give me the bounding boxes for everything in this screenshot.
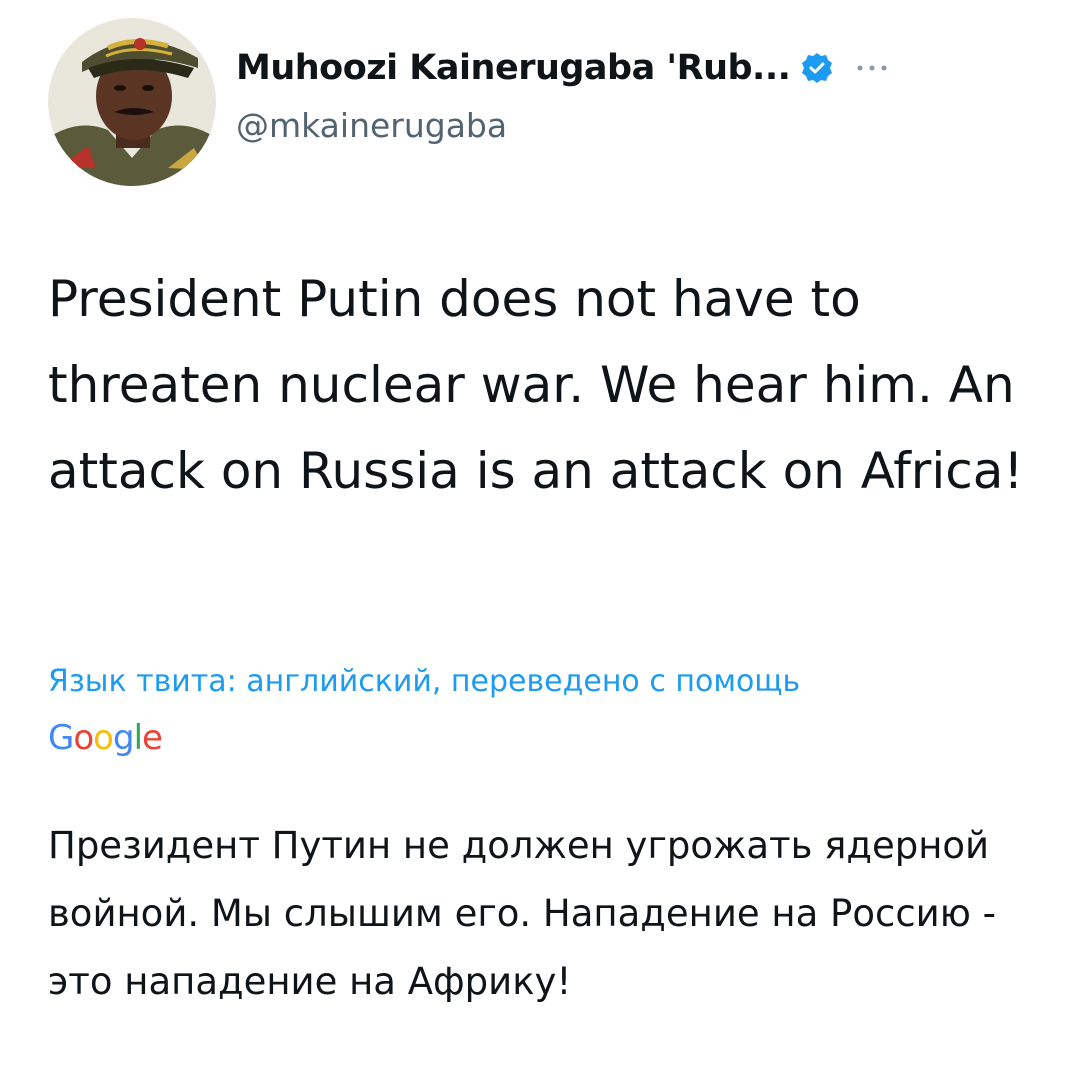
- tweet-card: Muhoozi Kainerugaba 'Rub... @mkainerugab…: [0, 0, 1080, 1071]
- translation-notice-link[interactable]: Язык твита: английский, переведено с пом…: [48, 664, 1048, 699]
- google-letter: g: [112, 718, 135, 758]
- google-logo-icon[interactable]: Google: [48, 718, 163, 758]
- google-letter: o: [73, 718, 94, 758]
- google-letter: l: [133, 718, 144, 758]
- author-display-name[interactable]: Muhoozi Kainerugaba 'Rub...: [236, 48, 791, 88]
- translated-tweet-text: Президент Путин не должен угрожать ядерн…: [48, 824, 996, 1003]
- avatar-photo-icon: [48, 18, 216, 186]
- google-letter: o: [93, 718, 114, 758]
- avatar[interactable]: [48, 18, 216, 186]
- more-horizontal-icon[interactable]: [854, 58, 890, 78]
- google-letter: G: [48, 718, 74, 758]
- google-letter: e: [142, 718, 163, 758]
- tweet-body-text: President Putin does not have to threate…: [48, 270, 1024, 500]
- author-handle[interactable]: @mkainerugaba: [236, 106, 507, 145]
- author-name-row: Muhoozi Kainerugaba 'Rub...: [236, 48, 890, 88]
- verified-badge-icon: [800, 51, 834, 85]
